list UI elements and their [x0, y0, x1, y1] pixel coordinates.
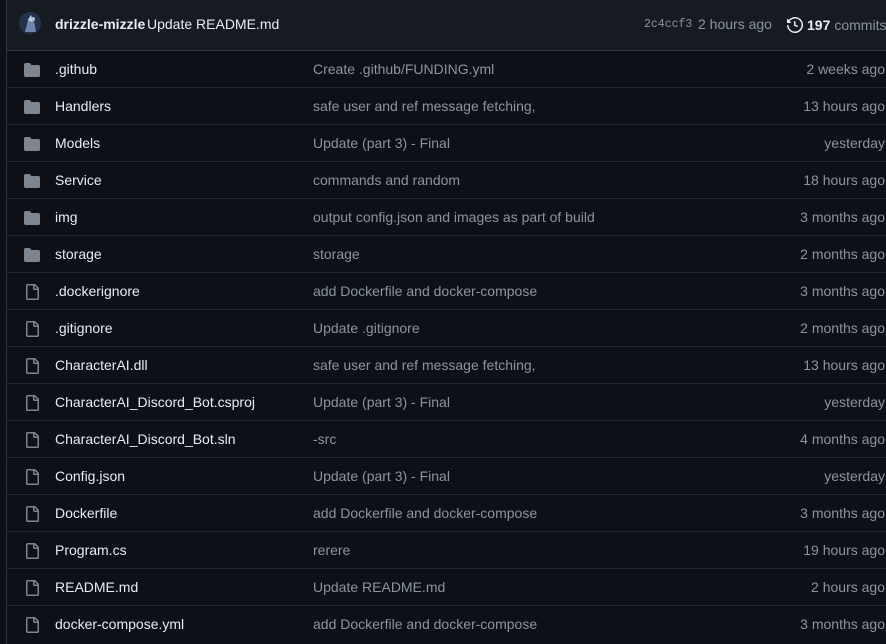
file-row[interactable]: img output config.json and images as par… [7, 199, 886, 236]
file-icon [24, 469, 40, 485]
file-icon [24, 506, 40, 522]
folder-icon [24, 210, 40, 226]
file-icon [24, 321, 40, 337]
file-commit-message[interactable]: safe user and ref message fetching, [313, 357, 536, 373]
file-commit-age: 18 hours ago [803, 172, 885, 188]
file-row[interactable]: .github Create .github/FUNDING.yml 2 wee… [7, 51, 886, 88]
file-commit-message[interactable]: rerere [313, 542, 350, 558]
folder-icon [24, 173, 40, 189]
file-name[interactable]: .gitignore [55, 320, 113, 336]
file-commit-age: 19 hours ago [803, 542, 885, 558]
file-commit-age: 2 months ago [800, 246, 885, 262]
file-commit-age: 4 months ago [800, 431, 885, 447]
file-name[interactable]: Models [55, 135, 100, 151]
file-row[interactable]: Dockerfile add Dockerfile and docker-com… [7, 495, 886, 532]
file-commit-age: 3 months ago [800, 209, 885, 225]
file-name[interactable]: README.md [55, 579, 138, 595]
file-name[interactable]: docker-compose.yml [55, 616, 184, 632]
commit-author[interactable]: drizzle-mizzle [55, 16, 145, 32]
file-commit-age: 2 months ago [800, 320, 885, 336]
folder-icon [24, 62, 40, 78]
file-commit-message[interactable]: Create .github/FUNDING.yml [313, 61, 494, 77]
file-row[interactable]: Service commands and random 18 hours ago [7, 162, 886, 199]
file-commit-message[interactable]: add Dockerfile and docker-compose [313, 505, 537, 521]
file-commit-message[interactable]: safe user and ref message fetching, [313, 98, 536, 114]
file-commit-age: 2 hours ago [811, 579, 885, 595]
file-commit-message[interactable]: add Dockerfile and docker-compose [313, 616, 537, 632]
file-commit-age: 13 hours ago [803, 357, 885, 373]
file-icon [24, 395, 40, 411]
history-icon [787, 17, 803, 33]
file-commit-age: yesterday [824, 468, 885, 484]
file-commit-message[interactable]: Update README.md [313, 579, 445, 595]
file-row[interactable]: Handlers safe user and ref message fetch… [7, 88, 886, 125]
file-commit-message[interactable]: commands and random [313, 172, 460, 188]
commit-message[interactable]: Update README.md [147, 16, 279, 32]
file-commit-message[interactable]: Update .gitignore [313, 320, 420, 336]
file-icon [24, 543, 40, 559]
file-commit-age: yesterday [824, 394, 885, 410]
file-commit-age: 3 months ago [800, 505, 885, 521]
file-commit-message[interactable]: add Dockerfile and docker-compose [313, 283, 537, 299]
file-icon [24, 580, 40, 596]
file-name[interactable]: Dockerfile [55, 505, 117, 521]
file-row[interactable]: CharacterAI_Discord_Bot.sln -src 4 month… [7, 421, 886, 458]
file-icon [24, 358, 40, 374]
file-row[interactable]: README.md Update README.md 2 hours ago [7, 569, 886, 606]
file-name[interactable]: CharacterAI_Discord_Bot.csproj [55, 394, 255, 410]
folder-icon [24, 136, 40, 152]
folder-icon [24, 247, 40, 263]
file-commit-age: 2 weeks ago [806, 61, 885, 77]
file-name[interactable]: .github [55, 61, 97, 77]
file-row[interactable]: CharacterAI.dll safe user and ref messag… [7, 347, 886, 384]
file-name[interactable]: storage [55, 246, 102, 262]
file-name[interactable]: Config.json [55, 468, 125, 484]
commit-count: 197 [807, 17, 831, 33]
file-commit-age: 3 months ago [800, 616, 885, 632]
file-commit-message[interactable]: Update (part 3) - Final [313, 135, 450, 151]
file-icon [24, 284, 40, 300]
file-commit-message[interactable]: -src [313, 431, 336, 447]
file-list: .github Create .github/FUNDING.yml 2 wee… [7, 51, 886, 643]
author-avatar[interactable] [19, 12, 41, 34]
commit-count-label: commits [834, 17, 886, 33]
file-name[interactable]: CharacterAI.dll [55, 357, 148, 373]
file-commit-message[interactable]: Update (part 3) - Final [313, 468, 450, 484]
file-name[interactable]: img [55, 209, 78, 225]
file-row[interactable]: Config.json Update (part 3) - Final yest… [7, 458, 886, 495]
file-commit-age: 3 months ago [800, 283, 885, 299]
file-row[interactable]: Program.cs rerere 19 hours ago [7, 532, 886, 569]
file-row[interactable]: Models Update (part 3) - Final yesterday [7, 125, 886, 162]
latest-commit-bar: drizzle-mizzle Update README.md 2c4ccf3 … [7, 0, 886, 51]
file-commit-message[interactable]: Update (part 3) - Final [313, 394, 450, 410]
file-browser: drizzle-mizzle Update README.md 2c4ccf3 … [6, 0, 886, 644]
folder-icon [24, 99, 40, 115]
file-row[interactable]: storage storage 2 months ago [7, 236, 886, 273]
file-commit-age: 13 hours ago [803, 98, 885, 114]
file-name[interactable]: Program.cs [55, 542, 127, 558]
file-row[interactable]: .dockerignore add Dockerfile and docker-… [7, 273, 886, 310]
commit-time: 2 hours ago [698, 16, 772, 32]
file-name[interactable]: Handlers [55, 98, 111, 114]
file-icon [24, 432, 40, 448]
file-row[interactable]: docker-compose.yml add Dockerfile and do… [7, 606, 886, 643]
file-row[interactable]: .gitignore Update .gitignore 2 months ag… [7, 310, 886, 347]
file-commit-age: yesterday [824, 135, 885, 151]
commit-history-link[interactable]: 197 commits [787, 14, 886, 36]
file-name[interactable]: CharacterAI_Discord_Bot.sln [55, 431, 236, 447]
file-commit-message[interactable]: output config.json and images as part of… [313, 209, 595, 225]
commit-sha[interactable]: 2c4ccf3 [644, 18, 692, 31]
file-row[interactable]: CharacterAI_Discord_Bot.csproj Update (p… [7, 384, 886, 421]
file-name[interactable]: .dockerignore [55, 283, 140, 299]
file-commit-message[interactable]: storage [313, 246, 360, 262]
file-name[interactable]: Service [55, 172, 102, 188]
file-icon [24, 617, 40, 633]
